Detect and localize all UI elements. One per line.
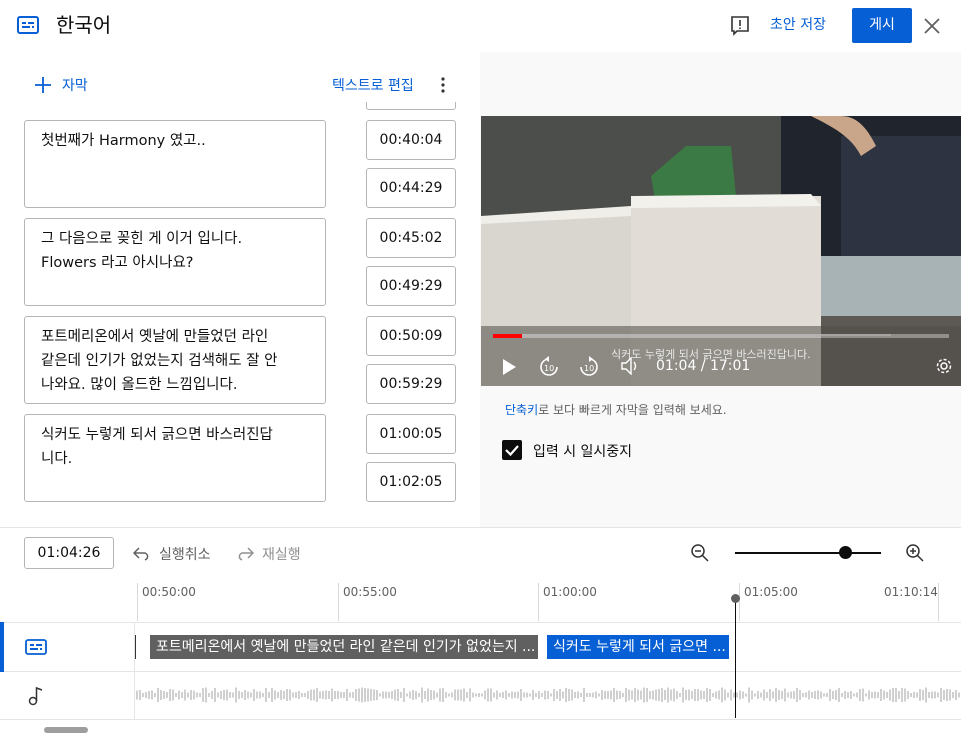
track-gutter bbox=[134, 622, 135, 720]
horizontal-scrollbar[interactable] bbox=[44, 727, 88, 733]
cue-start-2[interactable]: 00:45:02 bbox=[366, 218, 456, 258]
redo-icon bbox=[238, 547, 254, 561]
page-title: 한국어 bbox=[56, 13, 112, 37]
subtitles-icon bbox=[17, 16, 39, 34]
zoom-in-icon[interactable] bbox=[905, 543, 925, 563]
shortcuts-link[interactable]: 단축키 bbox=[505, 403, 538, 417]
add-subtitle-button-overlay[interactable]: 자막 bbox=[34, 75, 88, 95]
cue-end-3[interactable]: 00:59:29 bbox=[366, 364, 456, 404]
undo-button[interactable]: 실행취소 bbox=[133, 544, 211, 564]
svg-text:10: 10 bbox=[544, 364, 554, 373]
ruler-tick bbox=[938, 583, 939, 621]
close-icon[interactable] bbox=[922, 16, 942, 36]
cue-start-4[interactable]: 01:00:05 bbox=[366, 414, 456, 454]
cue-text-3[interactable]: 포트메리온에서 옛날에 만들었던 라인 같은데 인기가 없었는지 검색해도 잘 … bbox=[24, 316, 326, 404]
timeline-cue-chip[interactable]: 포트메리온에서 옛날에 만들었던 라인 같은데 인기가 없었는지 ... bbox=[150, 635, 538, 659]
zoom-out-icon[interactable] bbox=[690, 543, 710, 563]
music-note-icon bbox=[28, 686, 43, 706]
checkmark-icon bbox=[505, 445, 519, 457]
plus-icon bbox=[35, 77, 51, 93]
playhead[interactable] bbox=[735, 598, 736, 718]
ruler-label: 00:50:00 bbox=[142, 585, 196, 599]
pause-while-typing-label: 입력 시 일시중지 bbox=[533, 444, 633, 460]
cue-text-1[interactable]: 첫번째가 Harmony 였고.. bbox=[24, 120, 326, 208]
cue-end-1[interactable]: 00:44:29 bbox=[366, 168, 456, 208]
subtitle-editor-panel: 자막 텍스트로 편집 자막 텍스트로 편집 첫번째가 Harmony 였고.. … bbox=[0, 52, 480, 527]
shortcut-hint: 단축키로 보다 빠르게 자막을 입력해 보세요. bbox=[505, 401, 727, 418]
redo-button[interactable]: 재실행 bbox=[236, 544, 301, 564]
subtitles-track-icon bbox=[25, 639, 47, 655]
feedback-icon[interactable] bbox=[731, 16, 749, 36]
volume-icon[interactable] bbox=[621, 357, 641, 375]
play-icon[interactable] bbox=[501, 358, 517, 376]
edit-as-text-button-overlay[interactable]: 텍스트로 편집 bbox=[332, 75, 414, 95]
timeline-cue-chip-selected[interactable]: 식커도 누렇게 되서 긁으면 ... bbox=[547, 635, 729, 659]
ruler-tick bbox=[137, 583, 138, 621]
ruler-tick bbox=[338, 583, 339, 621]
undo-label: 실행취소 bbox=[159, 547, 211, 563]
zoom-slider-knob[interactable] bbox=[839, 546, 852, 559]
ruler-label: 01:05:00 bbox=[744, 585, 798, 599]
video-time: 01:04 / 17:01 bbox=[656, 358, 751, 374]
cue-edge bbox=[135, 635, 136, 659]
pause-while-typing-checkbox[interactable] bbox=[502, 440, 522, 460]
cue-start-1[interactable]: 00:40:04 bbox=[366, 120, 456, 160]
cue-end-4[interactable]: 01:02:05 bbox=[366, 462, 456, 502]
add-subtitle-label: 자막 bbox=[62, 78, 88, 94]
hint-text: 로 보다 빠르게 자막을 입력해 보세요. bbox=[538, 403, 727, 417]
svg-text:10: 10 bbox=[584, 364, 594, 373]
publish-button[interactable]: 게시 bbox=[852, 8, 912, 43]
save-draft-button[interactable]: 초안 저장 bbox=[762, 9, 834, 41]
cue-text-2[interactable]: 그 다음으로 꽂힌 게 이거 입니다. Flowers 라고 아시나요? bbox=[24, 218, 326, 306]
ruler-tick bbox=[538, 583, 539, 621]
ruler-tick bbox=[739, 583, 740, 621]
cue-text-4[interactable]: 식커도 누렇게 되서 긁으면 바스러진답 니다. bbox=[24, 414, 326, 502]
settings-gear-icon[interactable] bbox=[935, 357, 953, 375]
cue-start-3[interactable]: 00:50:09 bbox=[366, 316, 456, 356]
zoom-slider-track[interactable] bbox=[735, 552, 881, 554]
video-player[interactable]: 식커도 누렇게 되서 긁으면 바스러진답니다. 10 10 01:04 / 17… bbox=[481, 116, 961, 386]
playhead-handle[interactable] bbox=[731, 594, 740, 603]
redo-label: 재실행 bbox=[262, 547, 301, 563]
ruler-label: 00:55:00 bbox=[343, 585, 397, 599]
editor-header: 한국어 초안 저장 게시 bbox=[0, 0, 961, 52]
more-vert-icon[interactable] bbox=[440, 77, 446, 93]
audio-waveform bbox=[136, 687, 960, 703]
forward-10-icon[interactable]: 10 bbox=[578, 356, 600, 378]
ruler-label: 01:00:00 bbox=[543, 585, 597, 599]
undo-icon bbox=[133, 547, 149, 561]
progress-track[interactable] bbox=[493, 334, 949, 338]
current-time-field[interactable]: 01:04:26 bbox=[24, 537, 114, 569]
progress-fill bbox=[493, 334, 522, 338]
subtitle-track-selected-bar bbox=[0, 622, 4, 672]
cue-end-2[interactable]: 00:49:29 bbox=[366, 266, 456, 306]
ruler-label: 01:10:14 bbox=[884, 585, 938, 599]
rewind-10-icon[interactable]: 10 bbox=[538, 356, 560, 378]
